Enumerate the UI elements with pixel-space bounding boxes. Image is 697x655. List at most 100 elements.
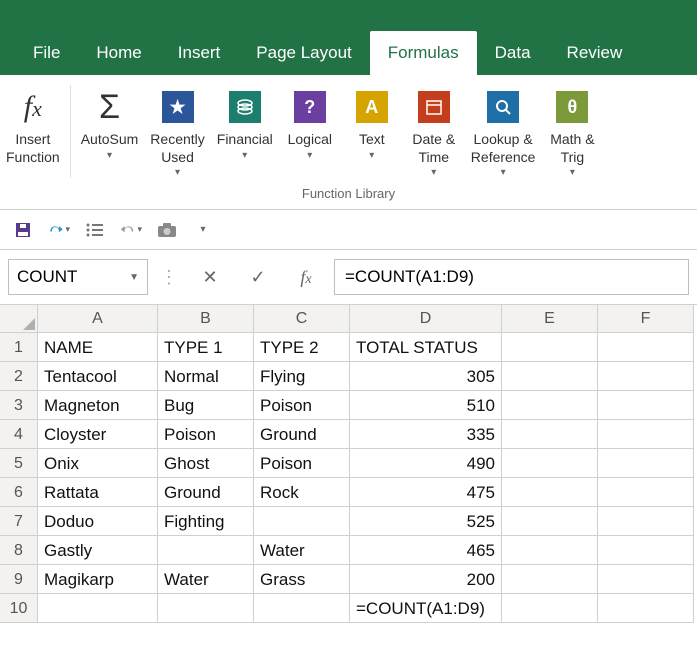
financial-button[interactable]: Financial ▾ — [211, 81, 279, 182]
recently-used-button[interactable]: ★ Recently Used ▾ — [144, 81, 210, 182]
cell[interactable] — [502, 565, 598, 594]
cell[interactable]: Onix — [38, 449, 158, 478]
cell[interactable]: TYPE 2 — [254, 333, 350, 362]
cell[interactable] — [254, 507, 350, 536]
cell[interactable]: =COUNT(A1:D9) — [350, 594, 502, 623]
cell[interactable]: Water — [254, 536, 350, 565]
undo-icon[interactable]: ▾ — [120, 219, 142, 241]
cell[interactable] — [502, 391, 598, 420]
cell[interactable] — [502, 594, 598, 623]
row-header[interactable]: 3 — [0, 391, 38, 420]
cell[interactable] — [598, 391, 694, 420]
select-all-corner[interactable] — [0, 305, 38, 333]
cell[interactable]: Tentacool — [38, 362, 158, 391]
cell[interactable] — [598, 594, 694, 623]
cell[interactable]: Rock — [254, 478, 350, 507]
cell[interactable] — [598, 478, 694, 507]
row-header[interactable]: 1 — [0, 333, 38, 362]
cell[interactable]: 465 — [350, 536, 502, 565]
save-icon[interactable] — [12, 219, 34, 241]
tab-home[interactable]: Home — [78, 31, 159, 75]
cell[interactable]: Doduo — [38, 507, 158, 536]
autosum-button[interactable]: Σ AutoSum ▾ — [75, 81, 145, 182]
cell[interactable] — [254, 594, 350, 623]
cell[interactable] — [502, 333, 598, 362]
enter-button[interactable]: ✓ — [238, 259, 278, 295]
logical-button[interactable]: ? Logical ▾ — [279, 81, 341, 182]
cell[interactable] — [502, 507, 598, 536]
cell[interactable] — [502, 449, 598, 478]
tab-review[interactable]: Review — [549, 31, 641, 75]
cell[interactable]: NAME — [38, 333, 158, 362]
cell[interactable]: Gastly — [38, 536, 158, 565]
cell[interactable]: Bug — [158, 391, 254, 420]
row-header[interactable]: 7 — [0, 507, 38, 536]
row-header[interactable]: 2 — [0, 362, 38, 391]
cell[interactable]: 510 — [350, 391, 502, 420]
cell[interactable]: 490 — [350, 449, 502, 478]
cell[interactable]: Cloyster — [38, 420, 158, 449]
tab-page-layout[interactable]: Page Layout — [238, 31, 369, 75]
cell[interactable] — [598, 536, 694, 565]
tab-insert[interactable]: Insert — [160, 31, 239, 75]
cell[interactable]: 525 — [350, 507, 502, 536]
formula-input[interactable]: =COUNT(A1:D9) — [334, 259, 689, 295]
cell[interactable] — [598, 449, 694, 478]
cell[interactable]: Rattata — [38, 478, 158, 507]
row-header[interactable]: 6 — [0, 478, 38, 507]
cell[interactable]: 335 — [350, 420, 502, 449]
row-header[interactable]: 10 — [0, 594, 38, 623]
cell[interactable]: Poison — [254, 449, 350, 478]
col-header[interactable]: F — [598, 305, 694, 333]
cell[interactable]: Poison — [158, 420, 254, 449]
cell[interactable]: Grass — [254, 565, 350, 594]
cell[interactable] — [158, 594, 254, 623]
cell[interactable] — [158, 536, 254, 565]
cancel-button[interactable]: ✕ — [190, 259, 230, 295]
cell[interactable]: Ghost — [158, 449, 254, 478]
lookup-reference-button[interactable]: Lookup & Reference ▾ — [465, 81, 542, 182]
cell[interactable] — [598, 565, 694, 594]
cell[interactable]: Ground — [158, 478, 254, 507]
cell[interactable]: Ground — [254, 420, 350, 449]
cell[interactable] — [502, 536, 598, 565]
tab-file[interactable]: File — [15, 31, 78, 75]
cell[interactable] — [598, 333, 694, 362]
insert-function-fx-button[interactable]: fx — [286, 259, 326, 295]
cell[interactable]: 200 — [350, 565, 502, 594]
cell[interactable]: Fighting — [158, 507, 254, 536]
col-header[interactable]: E — [502, 305, 598, 333]
cell[interactable] — [598, 362, 694, 391]
cell[interactable]: TOTAL STATUS — [350, 333, 502, 362]
list-icon[interactable] — [84, 219, 106, 241]
cell[interactable] — [598, 420, 694, 449]
cell[interactable]: Magneton — [38, 391, 158, 420]
math-trig-button[interactable]: θ Math & Trig ▾ — [541, 81, 603, 182]
tab-formulas[interactable]: Formulas — [370, 31, 477, 75]
resize-handle-icon[interactable]: ⋮ — [156, 267, 182, 288]
cell[interactable]: Normal — [158, 362, 254, 391]
cell[interactable]: Flying — [254, 362, 350, 391]
cell[interactable] — [598, 507, 694, 536]
cell[interactable] — [502, 478, 598, 507]
tab-data[interactable]: Data — [477, 31, 549, 75]
col-header[interactable]: A — [38, 305, 158, 333]
cell[interactable]: TYPE 1 — [158, 333, 254, 362]
cell[interactable] — [502, 420, 598, 449]
cell[interactable]: Poison — [254, 391, 350, 420]
cell[interactable]: Water — [158, 565, 254, 594]
col-header[interactable]: B — [158, 305, 254, 333]
cell[interactable]: 305 — [350, 362, 502, 391]
col-header[interactable]: C — [254, 305, 350, 333]
col-header[interactable]: D — [350, 305, 502, 333]
row-header[interactable]: 4 — [0, 420, 38, 449]
name-box[interactable]: COUNT ▼ — [8, 259, 148, 295]
redo-icon[interactable]: ▾ — [48, 219, 70, 241]
cell[interactable] — [38, 594, 158, 623]
text-button[interactable]: A Text ▾ — [341, 81, 403, 182]
row-header[interactable]: 8 — [0, 536, 38, 565]
row-header[interactable]: 5 — [0, 449, 38, 478]
more-icon[interactable]: ▾ — [192, 219, 214, 241]
insert-function-button[interactable]: fx Insert Function — [0, 81, 66, 182]
camera-icon[interactable] — [156, 219, 178, 241]
